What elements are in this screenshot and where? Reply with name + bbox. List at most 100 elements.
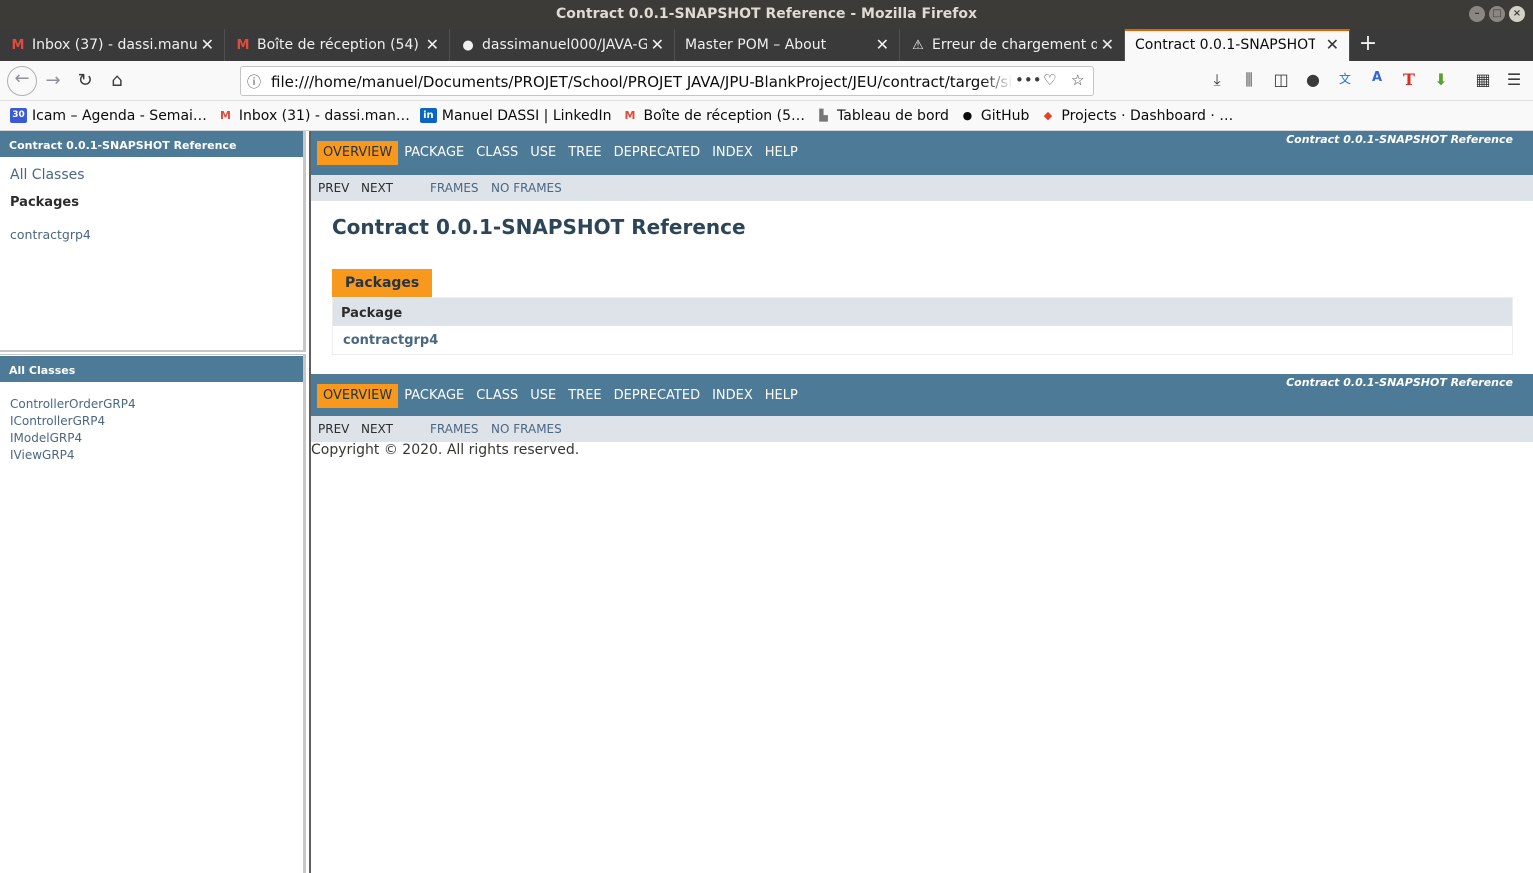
dashboard-icon: ▙ xyxy=(819,109,828,122)
nav-class[interactable]: CLASS xyxy=(470,141,524,165)
window-title: Contract 0.0.1-SNAPSHOT Reference - Mozi… xyxy=(556,6,977,22)
account-icon[interactable]: ● xyxy=(1302,70,1324,89)
nav-overview: OVERVIEW xyxy=(317,384,399,408)
page-actions-button[interactable]: ••• xyxy=(1015,71,1042,89)
package-link-contractgrp4[interactable]: contractgrp4 xyxy=(0,226,303,243)
nav-use[interactable]: USE xyxy=(524,384,562,408)
gmail-icon: M xyxy=(624,109,636,122)
close-icon[interactable]: × xyxy=(1509,6,1525,22)
nav-tree[interactable]: TREE xyxy=(562,141,607,165)
tab-gmail-inbox[interactable]: M Inbox (37) - dassi.manuel ✕ xyxy=(0,29,225,61)
home-button[interactable]: ⌂ xyxy=(104,69,130,95)
page-title: Contract 0.0.1-SNAPSHOT Reference xyxy=(332,215,746,239)
copyright-text: Copyright © 2020. All rights reserved. xyxy=(311,442,580,458)
bookmark-gitlab-projects[interactable]: ◆ Projects · Dashboard · … xyxy=(1039,107,1234,124)
bookmark-icam-agenda[interactable]: 30 Icam – Agenda - Semai… xyxy=(10,108,207,124)
calendar-icon: 30 xyxy=(10,108,27,123)
translate-icon[interactable]: 文 xyxy=(1334,70,1356,87)
forward-button[interactable]: → xyxy=(40,69,66,95)
frames-link[interactable]: FRAMES xyxy=(430,422,479,436)
info-icon[interactable]: ⓘ xyxy=(247,72,261,92)
extensions-icon[interactable]: ▦ xyxy=(1472,70,1494,89)
warning-icon: ⚠ xyxy=(912,38,924,53)
tab-label: Master POM – About xyxy=(685,37,827,53)
bookmark-tableau-de-bord[interactable]: ▙ Tableau de bord xyxy=(815,108,949,124)
nav-index[interactable]: INDEX xyxy=(706,384,759,408)
github-icon: ● xyxy=(462,38,474,53)
class-link[interactable]: IViewGRP4 xyxy=(0,447,303,464)
back-button[interactable]: ← xyxy=(7,66,37,96)
class-link[interactable]: IControllerGRP4 xyxy=(0,413,303,430)
new-tab-button[interactable]: + xyxy=(1350,29,1386,61)
reference-label: Contract 0.0.1-SNAPSHOT Reference xyxy=(1286,376,1513,389)
frames-link[interactable]: FRAMES xyxy=(430,181,479,195)
maximize-icon[interactable]: □ xyxy=(1489,6,1505,22)
download-helper-icon[interactable]: ⬇ xyxy=(1430,70,1452,89)
bookmark-inbox[interactable]: M Inbox (31) - dassi.man… xyxy=(217,108,410,124)
no-frames-link[interactable]: NO FRAMES xyxy=(491,181,562,195)
bookmark-label: GitHub xyxy=(980,107,1030,124)
gmail-icon: M xyxy=(219,109,231,122)
package-link-contractgrp4[interactable]: contractgrp4 xyxy=(343,333,438,348)
no-frames-link[interactable]: NO FRAMES xyxy=(491,422,562,436)
tab-close-icon[interactable]: ✕ xyxy=(426,29,439,61)
url-text[interactable]: file:///home/manuel/Documents/PROJET/Sch… xyxy=(271,73,1013,91)
tab-label: Erreur de chargement de xyxy=(932,37,1097,53)
tab-close-icon[interactable]: ✕ xyxy=(651,29,664,61)
nav-use[interactable]: USE xyxy=(524,141,562,165)
gmail-icon: M xyxy=(236,38,250,53)
translate-extension-icon[interactable]: A xyxy=(1366,70,1388,85)
bookmark-github[interactable]: ● GitHub xyxy=(959,108,1030,124)
reload-button[interactable]: ↻ xyxy=(72,69,98,95)
nav-help[interactable]: HELP xyxy=(759,141,804,165)
tab-close-icon[interactable]: ✕ xyxy=(201,29,214,61)
all-classes-link[interactable]: All Classes xyxy=(0,167,303,183)
nav-package[interactable]: PACKAGE xyxy=(398,141,470,165)
bookmark-linkedin[interactable]: in Manuel DASSI | LinkedIn xyxy=(419,108,612,124)
top-nav-list: OVERVIEW PACKAGE CLASS USE TREE DEPRECAT… xyxy=(317,141,804,165)
minimize-icon[interactable]: – xyxy=(1469,6,1485,22)
tab-strip: M Inbox (37) - dassi.manuel ✕ M Boîte de ré… xyxy=(0,29,1533,61)
tab-close-icon[interactable]: ✕ xyxy=(1101,29,1114,61)
tab-erreur-chargement[interactable]: ⚠ Erreur de chargement de ✕ xyxy=(900,29,1125,61)
menu-icon[interactable]: ☰ xyxy=(1503,70,1525,89)
packages-frame-title: Contract 0.0.1-SNAPSHOT Reference xyxy=(0,131,303,157)
downloads-icon[interactable]: ⤓ xyxy=(1206,70,1228,90)
nav-class[interactable]: CLASS xyxy=(470,384,524,408)
bookmark-boite-reception[interactable]: M Boîte de réception (5… xyxy=(622,108,805,124)
packages-heading: Packages xyxy=(10,195,79,210)
packages-frame: Contract 0.0.1-SNAPSHOT Reference All Cl… xyxy=(0,131,306,873)
nav-tree[interactable]: TREE xyxy=(562,384,607,408)
bookmark-label: Boîte de réception (5… xyxy=(643,107,805,124)
prev-label: PREV xyxy=(318,422,350,436)
next-label: NEXT xyxy=(361,181,393,195)
nav-deprecated[interactable]: DEPRECATED xyxy=(608,141,706,165)
text-extension-icon[interactable]: T xyxy=(1398,70,1420,89)
class-link[interactable]: ControllerOrderGRP4 xyxy=(0,396,303,413)
packages-table: Package contractgrp4 xyxy=(332,297,1513,355)
tab-close-icon[interactable]: ✕ xyxy=(876,29,889,61)
bookmark-label: Projects · Dashboard · … xyxy=(1061,107,1234,124)
library-icon[interactable]: ⫼ xyxy=(1238,70,1260,90)
tab-master-pom[interactable]: Master POM – About ✕ xyxy=(675,29,900,61)
pocket-icon[interactable]: ♡ xyxy=(1043,71,1056,89)
bookmark-star-icon[interactable]: ☆ xyxy=(1071,71,1084,89)
url-bar[interactable]: ⓘ file:///home/manuel/Documents/PROJET/S… xyxy=(240,66,1094,96)
tab-boite-reception[interactable]: M Boîte de réception (54) - ✕ xyxy=(225,29,450,61)
tab-contract-reference[interactable]: Contract 0.0.1-SNAPSHOT R ✕ xyxy=(1125,29,1350,61)
nav-help[interactable]: HELP xyxy=(759,384,804,408)
prev-label: PREV xyxy=(318,181,350,195)
window-titlebar: Contract 0.0.1-SNAPSHOT Reference - Mozi… xyxy=(0,0,1533,29)
navigation-toolbar: ← → ↻ ⌂ ⓘ file:///home/manuel/Documents/… xyxy=(0,61,1533,101)
nav-deprecated[interactable]: DEPRECATED xyxy=(608,384,706,408)
table-header-package: Package xyxy=(333,298,1512,326)
nav-overview: OVERVIEW xyxy=(317,141,399,165)
frame-divider[interactable] xyxy=(0,350,306,355)
class-link[interactable]: IModelGRP4 xyxy=(0,430,303,447)
nav-package[interactable]: PACKAGE xyxy=(398,384,470,408)
nav-index[interactable]: INDEX xyxy=(706,141,759,165)
sidebar-icon[interactable]: ◫ xyxy=(1270,70,1292,89)
tab-github-repo[interactable]: ● dassimanuel000/JAVA-Gr ✕ xyxy=(450,29,675,61)
tab-label: Inbox (37) - dassi.manuel xyxy=(32,37,197,53)
tab-close-icon[interactable]: ✕ xyxy=(1326,31,1339,59)
